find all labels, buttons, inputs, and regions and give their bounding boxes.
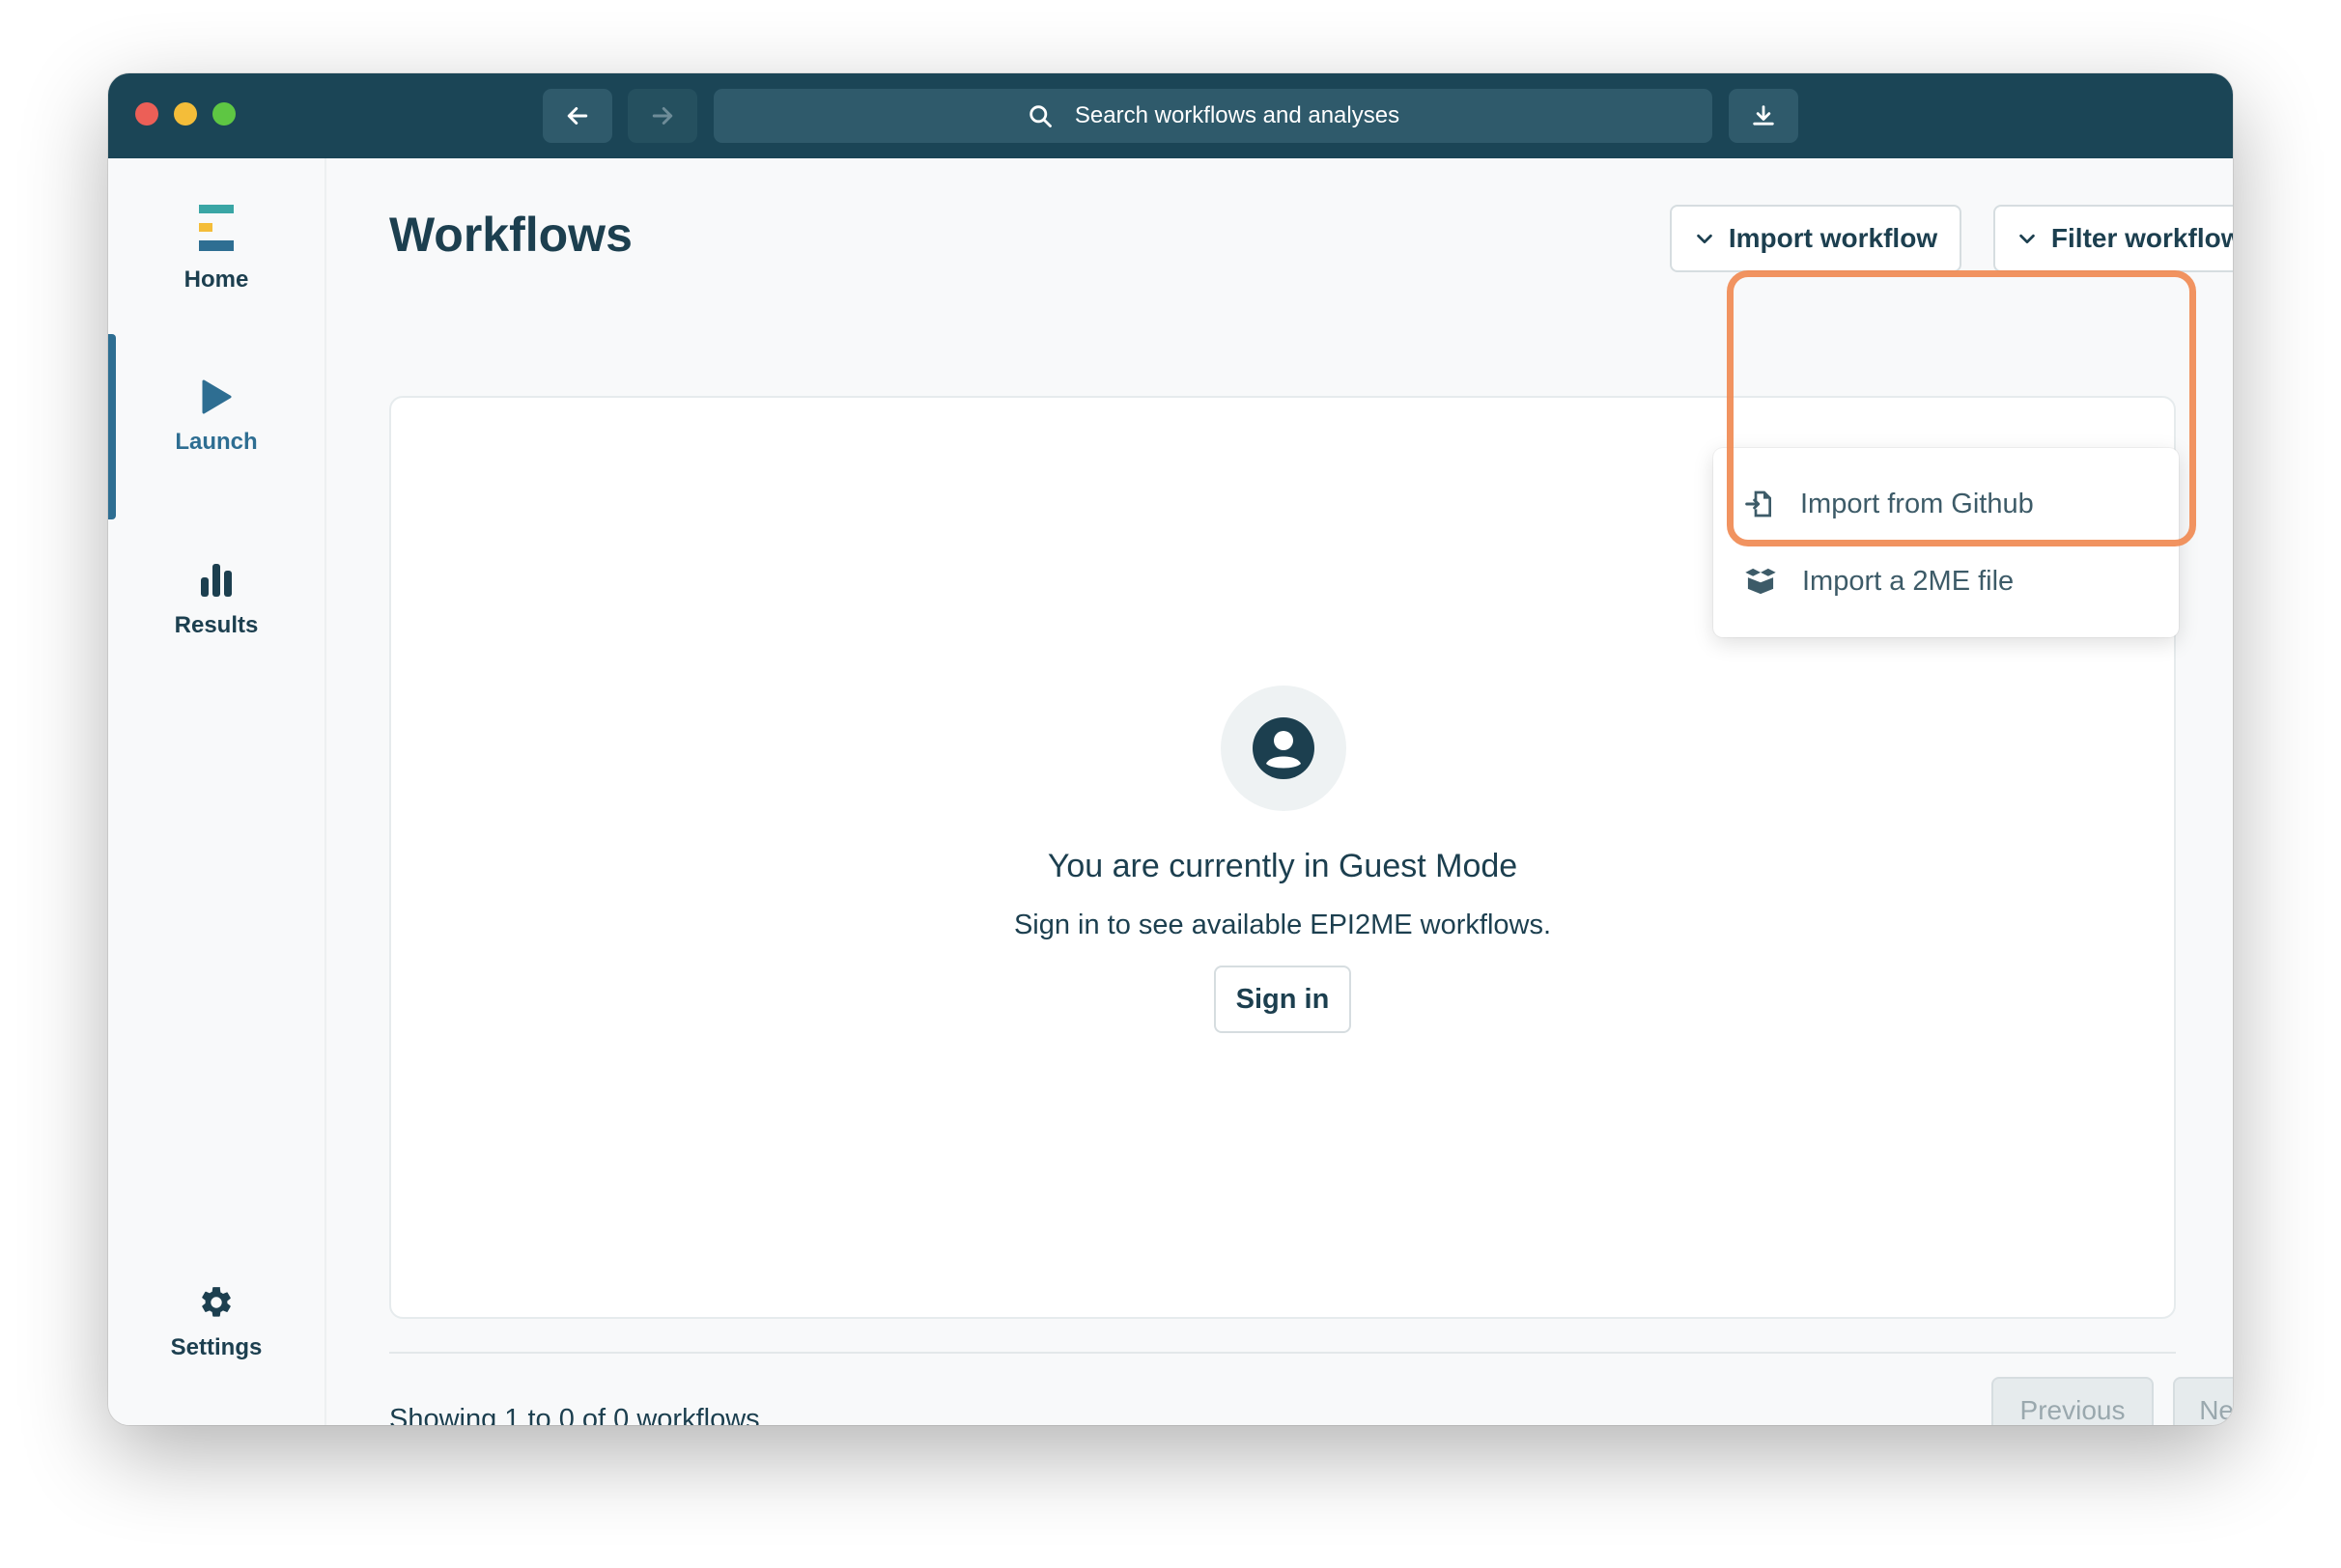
main-content: Workflows Import workflow Filter workflo… [324,158,2233,1425]
sidebar-item-label: Settings [170,1334,263,1360]
sidebar-item-results[interactable]: Results [108,562,324,639]
open-box-icon [1745,568,1776,595]
filter-workflows-button[interactable]: Filter workflows [1993,205,2233,272]
play-icon [202,379,232,414]
arrow-left-icon [567,107,588,125]
guest-mode-subtitle: Sign in to see available EPI2ME workflow… [1013,910,1552,940]
back-button[interactable] [543,89,612,143]
search-icon [1029,105,1052,127]
chevron-down-icon [2019,234,2035,244]
menu-item-import-2me[interactable]: Import a 2ME file [1713,543,2179,620]
highlight-annotation [1727,270,2196,546]
close-window-button[interactable] [135,102,158,126]
import-workflow-label: Import workflow [1728,223,1938,253]
sidebar-item-label: Launch [175,429,258,455]
sidebar-item-home[interactable]: Home [108,203,324,294]
sidebar-item-settings[interactable]: Settings [108,1284,324,1361]
forward-button[interactable] [628,89,697,143]
sidebar-item-launch[interactable]: Launch [108,378,324,456]
gear-icon [202,1287,231,1317]
next-page-button[interactable]: Next [2173,1377,2233,1425]
app-window: Search workflows and analyses Home Launc… [108,73,2233,1425]
sign-in-button[interactable]: Sign in [1214,966,1351,1033]
bar-chart-icon [201,564,232,597]
user-circle-icon [1253,717,1314,779]
search-placeholder: Search workflows and analyses [1074,102,1400,128]
menu-item-label: Import a 2ME file [1802,565,2015,597]
title-bar: Search workflows and analyses [108,73,2233,158]
arrow-right-icon [652,107,673,125]
import-workflow-button[interactable]: Import workflow [1670,205,1961,272]
sidebar: Home Launch Results Settings [108,158,326,1425]
sidebar-item-label: Results [174,612,259,638]
maximize-window-button[interactable] [212,102,236,126]
pagination-summary: Showing 1 to 0 of 0 workflows [389,1404,760,1425]
search-bar[interactable]: Search workflows and analyses [714,89,1712,143]
previous-page-button[interactable]: Previous [1991,1377,2154,1425]
divider [389,1352,2176,1354]
download-icon [1753,105,1774,126]
sidebar-item-label: Home [183,266,249,293]
guest-avatar [1221,686,1346,811]
chevron-down-icon [1697,234,1712,244]
epi2me-logo-icon [199,205,234,251]
page-title: Workflows [389,208,633,262]
guest-mode-title: You are currently in Guest Mode [1047,848,1518,884]
filter-workflows-label: Filter workflows [2050,223,2233,253]
download-button[interactable] [1729,89,1798,143]
minimize-window-button[interactable] [174,102,197,126]
